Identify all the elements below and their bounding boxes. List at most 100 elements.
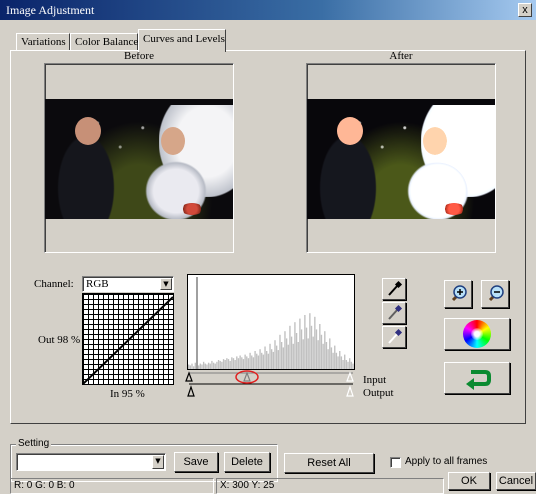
- cancel-button[interactable]: Cancel: [496, 472, 536, 490]
- histogram-bar: [280, 342, 283, 369]
- white-eyedropper-button[interactable]: [382, 326, 406, 348]
- levels-sliders[interactable]: [185, 370, 360, 398]
- apply-to-all-checkbox[interactable]: [390, 457, 401, 468]
- histogram-bar: [257, 355, 260, 369]
- histogram-bar: [302, 339, 304, 369]
- eyedropper-white-icon: [388, 328, 403, 344]
- histogram-bar: [231, 357, 233, 369]
- histogram-bar: [284, 331, 286, 369]
- histogram-bar: [275, 345, 278, 369]
- tab-curves-and-levels[interactable]: Curves and Levels: [138, 29, 226, 52]
- histogram-bar: [289, 325, 291, 369]
- histogram-bar: [251, 355, 253, 369]
- input-label: Input: [363, 374, 387, 386]
- histogram-bar: [310, 325, 313, 369]
- histogram-bar: [307, 338, 309, 369]
- histogram: [187, 274, 355, 370]
- close-button[interactable]: x: [518, 3, 532, 17]
- tab-color-balance-label: Color Balance: [75, 36, 139, 48]
- histogram-bar: [239, 355, 241, 369]
- histogram-bar: [221, 361, 223, 369]
- histogram-bar: [344, 354, 346, 369]
- undo-button[interactable]: [444, 362, 510, 394]
- curve-editor[interactable]: [82, 293, 174, 385]
- histogram-bar: [259, 349, 261, 369]
- input-gray-slider: [243, 371, 251, 382]
- histogram-bar: [226, 358, 228, 369]
- chevron-down-icon: ▼: [160, 278, 172, 290]
- histogram-bar: [279, 334, 281, 369]
- histogram-bar: [227, 359, 230, 369]
- histogram-bar: [189, 365, 192, 369]
- histogram-bar: [201, 364, 203, 369]
- histogram-bar: [224, 360, 226, 369]
- before-preview: [44, 63, 234, 253]
- output-black-slider: [187, 385, 195, 397]
- status-coordinates: X: 300 Y: 25: [216, 478, 444, 494]
- histogram-bar: [350, 361, 353, 369]
- histogram-bar: [299, 318, 301, 369]
- histogram-bar: [249, 352, 251, 369]
- window-title: Image Adjustment: [6, 3, 95, 17]
- histogram-bar: [290, 336, 293, 369]
- histogram-bar: [319, 324, 321, 369]
- histogram-bar: [317, 340, 319, 369]
- histogram-bar: [272, 351, 275, 369]
- after-photo: [307, 99, 495, 219]
- histogram-bar: [266, 351, 268, 369]
- histogram-bar: [199, 363, 201, 369]
- after-preview: [306, 63, 496, 253]
- ok-button[interactable]: OK: [448, 472, 490, 490]
- histogram-bars: [188, 277, 354, 369]
- histogram-bar: [222, 359, 225, 369]
- histogram-bar: [219, 360, 221, 369]
- setting-select[interactable]: ▼: [16, 453, 166, 471]
- title-bar: Image Adjustment: [0, 0, 536, 20]
- in-value-label: In 95 %: [110, 388, 145, 400]
- zoom-out-icon: [488, 285, 504, 302]
- save-button[interactable]: Save: [174, 452, 218, 472]
- channel-select[interactable]: RGB ▼: [82, 276, 174, 292]
- histogram-bar: [244, 354, 246, 369]
- histogram-bar: [287, 344, 289, 369]
- input-black-slider: [185, 371, 193, 382]
- histogram-bar: [314, 316, 316, 369]
- tab-color-balance[interactable]: Color Balance: [70, 33, 138, 51]
- histogram-bar: [300, 329, 303, 369]
- histogram-bar: [334, 345, 336, 369]
- before-photo: [45, 99, 233, 219]
- zoom-in-button[interactable]: [444, 280, 472, 308]
- tab-variations[interactable]: Variations: [16, 33, 70, 51]
- histogram-bar: [339, 351, 341, 369]
- histogram-bar: [297, 342, 299, 369]
- tab-variations-label: Variations: [21, 36, 66, 48]
- histogram-bar: [271, 349, 273, 369]
- channel-value: RGB: [86, 278, 109, 290]
- return-arrow-icon: [466, 370, 491, 390]
- histogram-bar: [347, 361, 349, 369]
- histogram-bar: [342, 360, 344, 369]
- histogram-bar: [217, 360, 220, 369]
- zoom-in-icon: [451, 285, 467, 302]
- gray-eyedropper-button[interactable]: [382, 302, 406, 324]
- histogram-bar: [335, 352, 338, 369]
- histogram-bar: [211, 360, 213, 369]
- histogram-bar: [206, 364, 208, 369]
- histogram-bar: [295, 333, 298, 369]
- channel-label: Channel:: [34, 278, 74, 290]
- eyedropper-gray-icon: [388, 304, 403, 320]
- histogram-bar: [237, 358, 240, 369]
- histogram-bar: [320, 334, 323, 369]
- histogram-bar: [267, 353, 270, 369]
- black-eyedropper-button[interactable]: [382, 278, 406, 300]
- zoom-out-button[interactable]: [481, 280, 509, 308]
- histogram-bar: [264, 346, 266, 369]
- reset-all-button[interactable]: Reset All: [284, 453, 374, 473]
- color-wheel-button[interactable]: [444, 318, 510, 350]
- delete-button[interactable]: Delete: [224, 452, 270, 472]
- histogram-bar: [285, 338, 288, 369]
- histogram-bar: [352, 363, 354, 369]
- histogram-bar: [294, 322, 296, 369]
- histogram-bar: [229, 360, 231, 369]
- histogram-bar: [216, 361, 218, 369]
